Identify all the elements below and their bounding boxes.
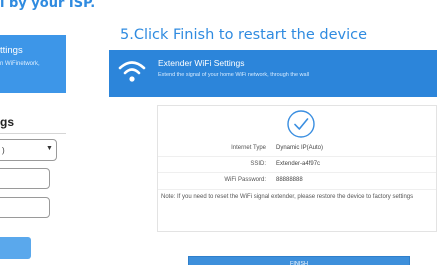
chevron-down-icon: ▼ [46, 145, 53, 152]
previous-screen-header: ttings n WiFinetwork, [0, 35, 66, 93]
instruction-caption-fragment: l by your ISP. [0, 0, 96, 11]
internet-type-label: Internet Type [231, 145, 266, 151]
screenshot-canvas: l by your ISP. 5.Click Finish to restart… [0, 0, 437, 265]
extender-settings-window: Extender WiFi Settings Extend the signal… [109, 50, 437, 265]
previous-input-field-2[interactable] [0, 197, 50, 218]
row-divider [158, 156, 436, 157]
window-header: Extender WiFi Settings Extend the signal… [109, 50, 437, 97]
previous-screen-subtitle: n WiFinetwork, [0, 61, 40, 67]
row-divider [158, 172, 436, 173]
success-check-icon [287, 110, 315, 138]
internet-type-value: Dynamic IP(Auto) [276, 145, 324, 151]
finish-button[interactable]: FINISH [188, 256, 410, 265]
previous-section-title: gs [0, 115, 15, 129]
settings-summary-panel: Internet Type Dynamic IP(Auto) SSID: Ext… [157, 105, 437, 232]
reset-note: Note: If you need to reset the WiFi sign… [161, 194, 414, 200]
window-subtitle: Extend the signal of your home WiFi netw… [158, 72, 310, 78]
wifi-password-label: WiFi Password: [224, 177, 266, 183]
previous-screen-title: ttings [0, 45, 23, 56]
instruction-step-caption: 5.Click Finish to restart the device [120, 27, 368, 43]
window-title: Extender WiFi Settings [158, 58, 245, 68]
previous-section-divider [0, 133, 66, 134]
row-divider [158, 189, 436, 190]
previous-type-select[interactable]: ) ▼ [0, 139, 57, 161]
wifi-icon [118, 61, 146, 82]
ssid-value: Extender-a4f97c [276, 161, 321, 167]
wifi-password-value: 88888888 [276, 177, 303, 183]
previous-input-field-1[interactable] [0, 168, 50, 189]
ssid-label: SSID: [250, 161, 266, 167]
previous-screen-panel: ttings n WiFinetwork, gs ) ▼ [0, 35, 66, 265]
previous-next-button[interactable] [0, 237, 31, 259]
previous-type-select-value: ) [2, 146, 5, 155]
